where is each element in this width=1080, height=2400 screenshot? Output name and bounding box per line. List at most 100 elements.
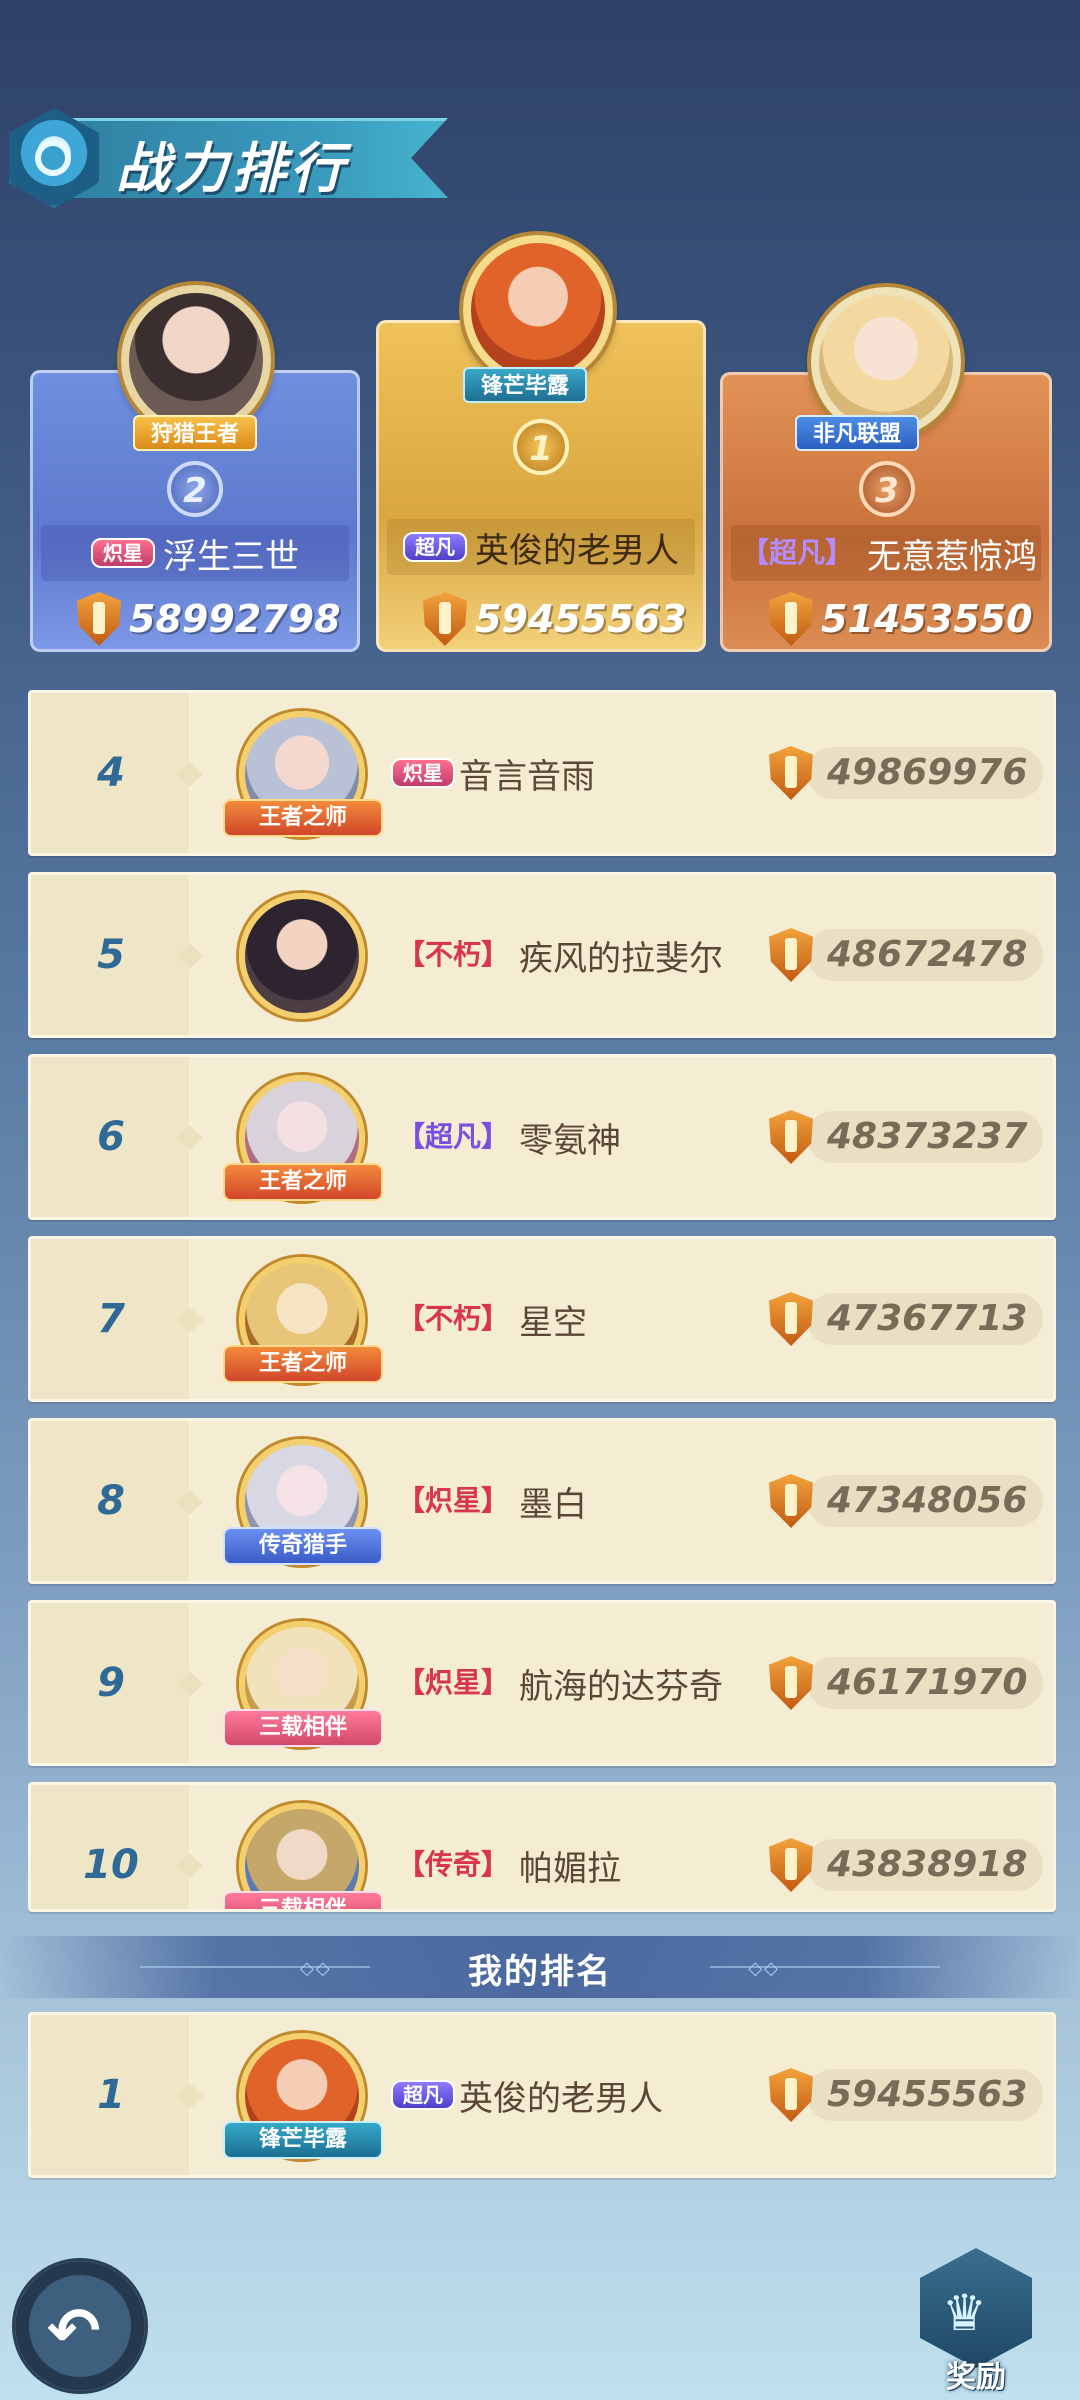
power-display: 58992798 xyxy=(77,591,341,647)
avatar-title-tag: 锋芒毕露 xyxy=(223,2121,383,2159)
power-shield-icon xyxy=(769,1838,813,1892)
rank-badge: 【炽星】 xyxy=(397,1484,510,1517)
player-name: 英俊的老男人 xyxy=(459,2078,663,2119)
rank-number: 8 xyxy=(97,1478,125,1524)
power-shield-icon xyxy=(769,1292,813,1346)
player-name: 疾风的拉斐尔 xyxy=(519,938,724,979)
rank-badge: 【超凡】 xyxy=(740,536,853,569)
power-display: 47348056 xyxy=(769,1471,1043,1531)
rank-number: 1 xyxy=(97,2072,125,2118)
player-name: 航海的达芬奇 xyxy=(519,1666,724,1707)
top-three-podium: 狩猎王者 2 炽星 浮生三世 58992798 锋芒毕露 1 超凡 英俊的老男人… xyxy=(0,235,1080,660)
rank-badge: 超凡 xyxy=(391,2080,455,2110)
my-rank-label: 我的排名 xyxy=(468,1952,612,1992)
avatar-title-tag: 王者之师 xyxy=(223,1345,383,1383)
podium-card-rank-3[interactable]: 非凡联盟 3 【超凡】 无意惹惊鸿 51453550 xyxy=(720,287,1052,652)
player-name: 零氨神 xyxy=(519,1120,622,1161)
page-header: 战力排行 xyxy=(0,108,460,208)
podium-card-rank-2[interactable]: 狩猎王者 2 炽星 浮生三世 58992798 xyxy=(30,285,360,652)
rank-number: 9 xyxy=(97,1660,125,1706)
power-display: 48672478 xyxy=(769,925,1043,985)
power-display: 47367713 xyxy=(769,1289,1043,1349)
title-tag: 狩猎王者 xyxy=(133,415,258,451)
ranking-row[interactable]: 6 王者之师 【超凡】 零氨神 48373237 xyxy=(28,1054,1056,1220)
rank-number: 5 xyxy=(97,932,125,978)
crown-icon: ♛ xyxy=(942,2284,987,2342)
power-shield-icon xyxy=(769,1656,813,1710)
rank-badge: 炽星 xyxy=(91,538,155,568)
power-value: 43838918 xyxy=(807,1839,1043,1891)
name-bar: 超凡 英俊的老男人 xyxy=(387,519,695,575)
rank-badge: 【不朽】 xyxy=(397,1302,510,1335)
power-value: 58992798 xyxy=(129,597,341,641)
power-shield-icon xyxy=(769,746,813,800)
name-area: 【炽星】 墨白 xyxy=(391,1421,587,1581)
rank-badge: 【炽星】 xyxy=(397,1666,510,1699)
player-portrait xyxy=(463,235,613,385)
power-value: 59455563 xyxy=(475,597,687,641)
rank-medal: 3 xyxy=(859,461,915,517)
rank-badge: 炽星 xyxy=(391,758,455,788)
rank-number: 7 xyxy=(97,1296,125,1342)
ranking-row[interactable]: 8 传奇猎手 【炽星】 墨白 47348056 xyxy=(28,1418,1056,1584)
player-name: 音言音雨 xyxy=(459,756,595,797)
power-value: 47367713 xyxy=(807,1293,1043,1345)
avatar[interactable] xyxy=(239,893,365,1019)
power-value: 47348056 xyxy=(807,1475,1043,1527)
player-name: 浮生三世 xyxy=(163,536,299,577)
avatar-title-tag: 传奇猎手 xyxy=(223,1527,383,1565)
rank-number: 10 xyxy=(83,1842,139,1888)
ranking-row[interactable]: 7 王者之师 【不朽】 星空 47367713 xyxy=(28,1236,1056,1402)
power-value: 48373237 xyxy=(807,1111,1043,1163)
power-value: 59455563 xyxy=(807,2069,1043,2121)
power-shield-icon xyxy=(769,1474,813,1528)
name-area: 超凡 英俊的老男人 xyxy=(391,2015,663,2175)
power-shield-icon xyxy=(423,592,467,646)
power-value: 49869976 xyxy=(807,747,1043,799)
ranking-row[interactable]: 5 【不朽】 疾风的拉斐尔 48672478 xyxy=(28,872,1056,1038)
name-bar: 炽星 浮生三世 xyxy=(41,525,349,581)
player-name: 墨白 xyxy=(519,1484,588,1525)
player-name: 星空 xyxy=(519,1302,588,1343)
name-bar: 【超凡】 无意惹惊鸿 xyxy=(731,525,1041,581)
rank-badge: 【传奇】 xyxy=(397,1848,510,1881)
power-display: 59455563 xyxy=(769,2065,1043,2125)
my-ranking-row[interactable]: 1 锋芒毕露 超凡 英俊的老男人 59455563 xyxy=(28,2012,1056,2178)
title-tag: 非凡联盟 xyxy=(795,415,920,451)
avatar-title-tag: 王者之师 xyxy=(223,1163,383,1201)
rank-number: 4 xyxy=(97,750,125,796)
my-rank-header: ◇◇ ◇◇ 我的排名 xyxy=(0,1936,1080,1998)
ranking-row[interactable]: 10 三载相伴 【传奇】 帕媚拉 43838918 xyxy=(28,1782,1056,1912)
back-arrow-icon: ↶ xyxy=(47,2295,101,2369)
rank-badge: 【不朽】 xyxy=(397,938,510,971)
back-button[interactable]: ↶ xyxy=(12,2258,148,2394)
name-area: 【炽星】 航海的达芬奇 xyxy=(391,1603,723,1763)
power-display: 51453550 xyxy=(769,591,1033,647)
power-shield-icon xyxy=(769,592,813,646)
avatar-title-tag: 王者之师 xyxy=(223,799,383,837)
power-display: 49869976 xyxy=(769,743,1043,803)
power-shield-icon xyxy=(769,1110,813,1164)
rank-medal: 2 xyxy=(167,461,223,517)
player-name: 无意惹惊鸿 xyxy=(867,536,1037,577)
reward-button[interactable]: ♛ 奖励 xyxy=(916,2248,1036,2398)
player-name: 英俊的老男人 xyxy=(475,530,679,571)
emblem-ring-icon xyxy=(35,140,71,176)
name-area: 炽星 音言音雨 xyxy=(391,693,595,853)
power-value: 48672478 xyxy=(807,929,1043,981)
title-tag: 锋芒毕露 xyxy=(463,367,588,403)
power-value: 46171970 xyxy=(807,1657,1043,1709)
rank-medal: 1 xyxy=(513,419,569,475)
name-area: 【传奇】 帕媚拉 xyxy=(391,1785,621,1909)
name-area: 【超凡】 零氨神 xyxy=(391,1057,621,1217)
power-value: 51453550 xyxy=(821,597,1033,641)
power-shield-icon xyxy=(769,2068,813,2122)
rank-badge: 超凡 xyxy=(403,532,467,562)
power-display: 59455563 xyxy=(423,591,687,647)
ranking-row[interactable]: 4 王者之师 炽星 音言音雨 49869976 xyxy=(28,690,1056,856)
podium-card-rank-1[interactable]: 锋芒毕露 1 超凡 英俊的老男人 59455563 xyxy=(376,235,706,652)
power-shield-icon xyxy=(77,592,121,646)
avatar-title-tag: 三载相伴 xyxy=(223,1891,383,1909)
page-title: 战力排行 xyxy=(116,137,348,200)
ranking-row[interactable]: 9 三载相伴 【炽星】 航海的达芬奇 46171970 xyxy=(28,1600,1056,1766)
